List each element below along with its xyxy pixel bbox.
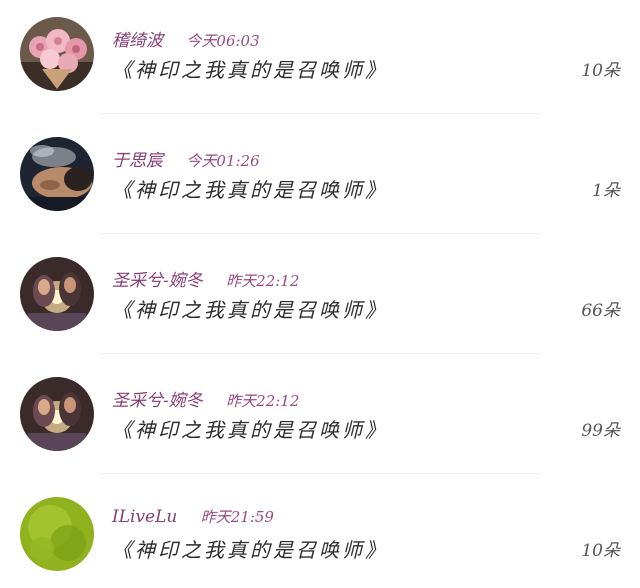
divider — [100, 113, 540, 114]
avatar[interactable] — [20, 17, 94, 91]
book-title[interactable]: 《神印之我真的是召唤师》 — [112, 54, 388, 83]
divider — [100, 233, 540, 234]
roses-avatar-icon — [20, 17, 94, 91]
book-title[interactable]: 《神印之我真的是召唤师》 — [112, 534, 388, 563]
flower-count: 10朵 — [581, 541, 620, 561]
gift-record-list: 稽绮波 今天06:03 《神印之我真的是召唤师》 10朵 于思宸 今天01:26… — [0, 0, 640, 588]
couple-avatar-icon — [20, 377, 94, 451]
user-name[interactable]: 稽绮波 — [112, 31, 163, 51]
divider — [100, 353, 540, 354]
flower-count: 10朵 — [581, 61, 620, 81]
list-item[interactable]: 稽绮波 今天06:03 《神印之我真的是召唤师》 10朵 — [0, 0, 640, 120]
avatar[interactable] — [20, 497, 94, 571]
timestamp: 昨天21:59 — [200, 508, 274, 526]
list-item[interactable]: 圣采兮-婉冬 昨天22:12 《神印之我真的是召唤师》 66朵 — [0, 240, 640, 360]
user-name[interactable]: 圣采兮-婉冬 — [112, 391, 203, 411]
avatar[interactable] — [20, 377, 94, 451]
couple-avatar-icon — [20, 257, 94, 331]
timestamp: 今天01:26 — [186, 152, 260, 170]
timestamp: 昨天22:12 — [226, 272, 300, 290]
user-name[interactable]: ILiveLu — [112, 507, 177, 527]
list-item[interactable]: ILiveLu 昨天21:59 《神印之我真的是召唤师》 10朵 — [0, 480, 640, 588]
smoking-man-avatar-icon — [20, 137, 94, 211]
timestamp: 昨天22:12 — [226, 392, 300, 410]
flower-count: 66朵 — [581, 301, 620, 321]
list-item[interactable]: 圣采兮-婉冬 昨天22:12 《神印之我真的是召唤师》 99朵 — [0, 360, 640, 480]
flower-count: 99朵 — [581, 421, 620, 441]
green-avatar-icon — [20, 497, 94, 571]
book-title[interactable]: 《神印之我真的是召唤师》 — [112, 174, 388, 203]
timestamp: 今天06:03 — [186, 32, 260, 50]
user-name[interactable]: 于思宸 — [112, 151, 163, 171]
avatar[interactable] — [20, 257, 94, 331]
user-name[interactable]: 圣采兮-婉冬 — [112, 271, 203, 291]
book-title[interactable]: 《神印之我真的是召唤师》 — [112, 294, 388, 323]
divider — [100, 473, 540, 474]
flower-count: 1朵 — [592, 181, 620, 201]
book-title[interactable]: 《神印之我真的是召唤师》 — [112, 414, 388, 443]
avatar[interactable] — [20, 137, 94, 211]
list-item[interactable]: 于思宸 今天01:26 《神印之我真的是召唤师》 1朵 — [0, 120, 640, 240]
